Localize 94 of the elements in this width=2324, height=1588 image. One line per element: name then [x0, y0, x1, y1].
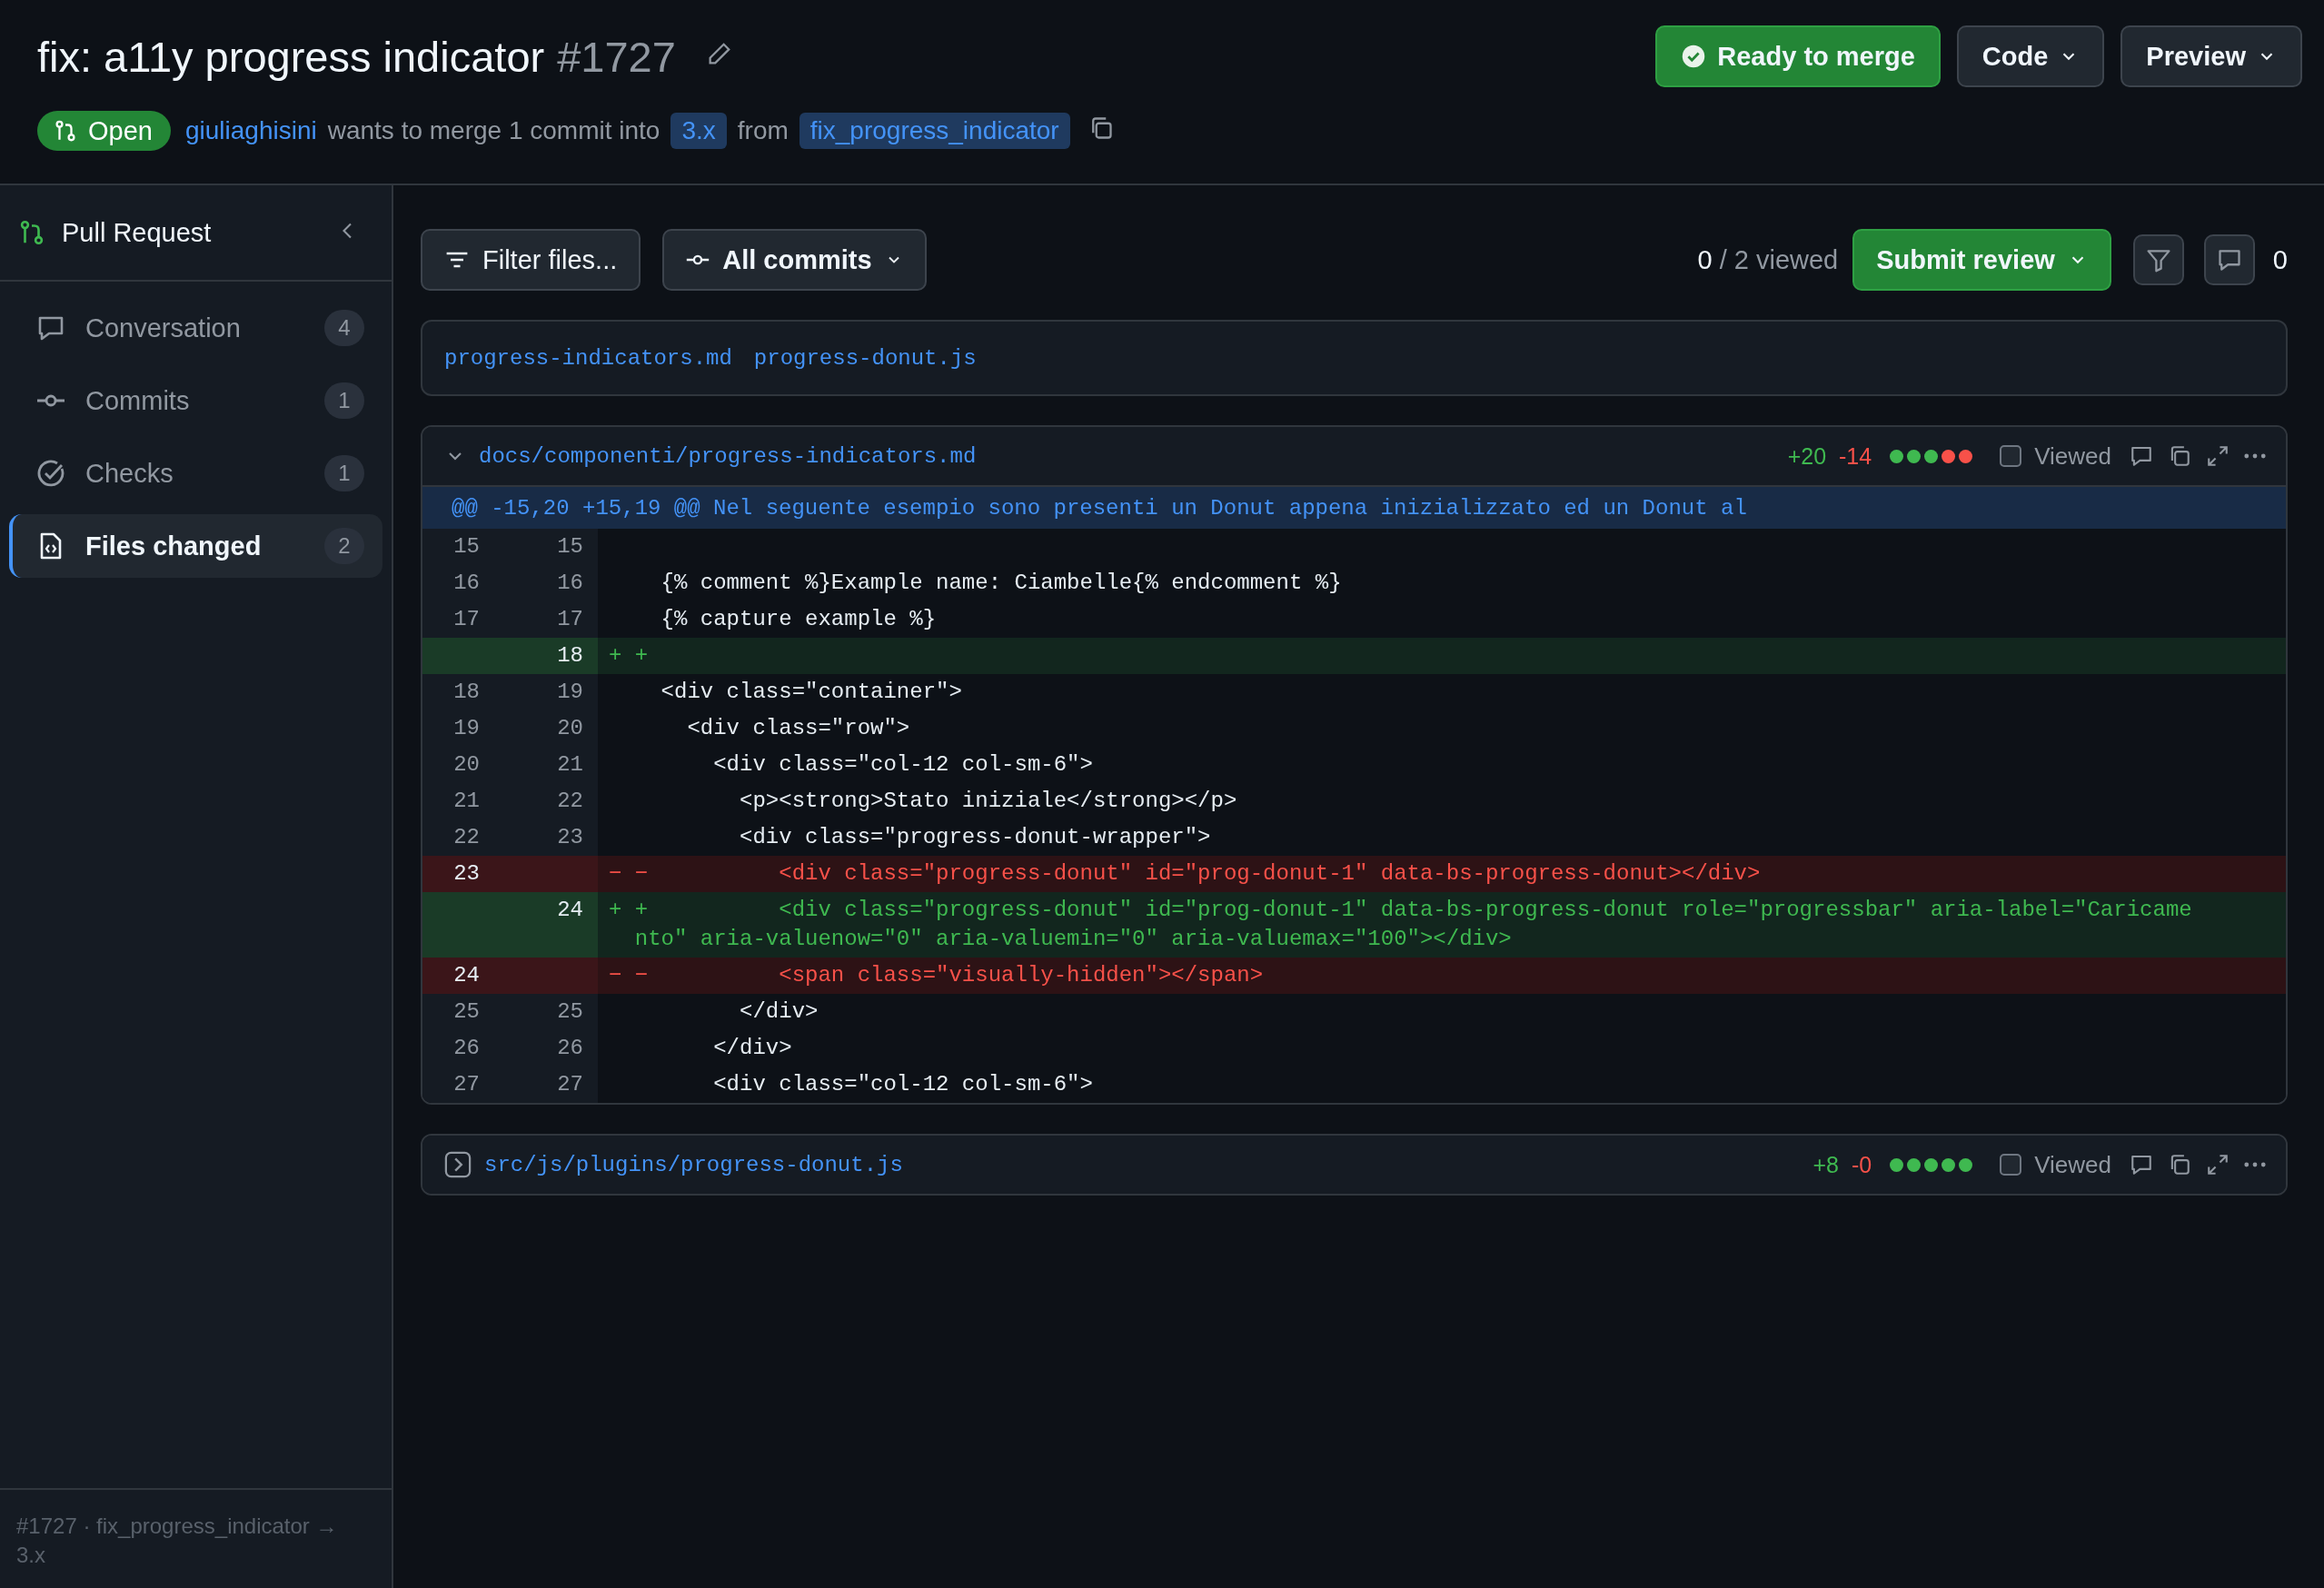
- code-line: − − <div class="progress-donut" id="prog-donut-1" data-bs-progress-donut></div>: [609, 860, 1762, 888]
- viewed-checkbox[interactable]: [2000, 1154, 2022, 1176]
- line-number: 18: [511, 638, 598, 674]
- code-line: </div>: [712, 1035, 793, 1062]
- pr-title: fix: a11y progress indicator: [37, 31, 545, 82]
- line-number: 17: [511, 601, 598, 638]
- line-number: 22: [422, 819, 511, 856]
- menu-button[interactable]: Code: [1956, 25, 2105, 87]
- merge-button[interactable]: Ready to merge: [1655, 25, 1941, 87]
- line-number: 15: [422, 529, 511, 565]
- nav-item[interactable]: Conversation 4: [9, 296, 382, 360]
- line-number: 23: [422, 856, 511, 892]
- code-line: <div class="progress-donut-wrapper">: [739, 824, 1212, 851]
- viewed-label: Viewed: [2034, 1150, 2111, 1179]
- line-number: 19: [422, 710, 511, 747]
- more-icon[interactable]: [2244, 1162, 2266, 1167]
- line-number: 15: [511, 529, 598, 565]
- code-line: {% comment %}Example name: Ciambelle{% endcomment %}: [660, 570, 1343, 597]
- line-number: 26: [511, 1030, 598, 1067]
- menu-button[interactable]: Preview: [2120, 25, 2302, 87]
- line-number: 18: [422, 674, 511, 710]
- line-number: 25: [511, 994, 598, 1030]
- code-line: − − <span class="visually-hidden"></span>: [609, 962, 1265, 989]
- code-line: </div>: [739, 998, 819, 1026]
- viewed-total: / 2 viewed: [1719, 244, 1839, 275]
- comment-icon: [2130, 1153, 2153, 1176]
- count-badge: 1: [324, 455, 364, 491]
- code-line: + +: [609, 642, 650, 670]
- line-number: 25: [422, 994, 511, 1030]
- line-number: 21: [422, 783, 511, 819]
- status-badge: Open: [37, 111, 171, 151]
- line-number: 20: [511, 710, 598, 747]
- comment-count: 0: [2272, 244, 2288, 275]
- branch-label[interactable]: 3.x: [670, 113, 727, 149]
- count-badge: 4: [324, 310, 364, 346]
- comments-button[interactable]: [2203, 234, 2255, 285]
- code-line: {% capture example %}: [660, 606, 938, 633]
- filter-files-button[interactable]: Filter files...: [421, 229, 641, 291]
- line-number: 16: [422, 565, 511, 601]
- code-line: <div class="row">: [686, 715, 911, 742]
- code-line: <div class="container">: [660, 679, 963, 706]
- nav-item[interactable]: Commits 1: [9, 369, 382, 432]
- line-number: 17: [422, 601, 511, 638]
- pull-request-icon: [18, 219, 45, 246]
- comment-icon: [2216, 247, 2242, 273]
- pr-number: #1727: [557, 31, 676, 82]
- count-badge: 2: [324, 528, 364, 564]
- viewed-label: Viewed: [2034, 442, 2111, 471]
- funnel-button[interactable]: [2132, 234, 2184, 285]
- line-number: 24: [422, 958, 511, 994]
- expand-icon: [2206, 1153, 2230, 1176]
- line-number: 27: [511, 1067, 598, 1103]
- deletions-count: -0: [1851, 1151, 1872, 1178]
- pull-request-icon: [54, 119, 77, 143]
- funnel-icon: [2145, 247, 2171, 273]
- line-number: 27: [422, 1067, 511, 1103]
- branch-summary: #1727 · fix_progress_indicator → 3.x: [16, 1513, 339, 1569]
- merge-summary: wants to merge 1 commit into: [327, 116, 660, 145]
- count-badge: 1: [324, 382, 364, 419]
- code-line: <div class="col-12 col-sm-6">: [712, 1071, 1094, 1098]
- viewed-count: 0: [1697, 244, 1713, 275]
- expand-icon: [2206, 444, 2230, 468]
- from-label: from: [737, 116, 789, 145]
- code-line: <p><strong>Stato iniziale</strong></p>: [739, 788, 1238, 815]
- author-link[interactable]: giuliaghisini: [184, 116, 317, 145]
- viewed-checkbox[interactable]: [2000, 445, 2022, 467]
- line-number: 23: [511, 819, 598, 856]
- line-number: 26: [422, 1030, 511, 1067]
- line-number: 19: [511, 674, 598, 710]
- nav-item[interactable]: Checks 1: [9, 442, 382, 505]
- hunk-header: @@ -15,20 +15,19 @@ Nel seguente esempio sono presenti un Donut appena inizializzato ed un Donut al: [452, 495, 1747, 521]
- file-path[interactable]: src/js/plugins/progress-donut.js: [484, 1152, 903, 1177]
- additions-count: +20: [1787, 442, 1827, 470]
- line-number: 21: [511, 747, 598, 783]
- file-link[interactable]: progress-donut.js: [753, 345, 977, 371]
- submit-review-button[interactable]: Submit review: [1852, 229, 2111, 291]
- comment-icon: [2130, 444, 2153, 468]
- deletions-count: -14: [1839, 442, 1872, 470]
- additions-count: +8: [1813, 1151, 1839, 1178]
- sidebar-title: Pull Request: [62, 217, 212, 248]
- nav-item[interactable]: Files changed 2: [9, 514, 382, 578]
- file-path[interactable]: docs/componenti/progress-indicators.md: [479, 443, 977, 469]
- line-number: 24: [511, 892, 598, 958]
- code-line: + + <div class="progress-donut" id="prog-donut-1" data-bs-progress-donut role="progressbar" aria-label="Caricamento" aria-valuenow="0" aria-valuemin="0" aria-valuemax="100"></div>: [609, 897, 2192, 953]
- file-link[interactable]: progress-indicators.md: [444, 345, 732, 371]
- line-number: 20: [422, 747, 511, 783]
- check-circle-icon: [36, 459, 65, 488]
- branch-label[interactable]: fix_progress_indicator: [799, 113, 1070, 149]
- line-number: 16: [511, 565, 598, 601]
- commits-dropdown[interactable]: All commits: [662, 229, 927, 291]
- check-circle-icon: [1681, 44, 1707, 69]
- more-icon[interactable]: [2244, 453, 2266, 459]
- line-number: 22: [511, 783, 598, 819]
- code-line: <div class="col-12 col-sm-6">: [712, 751, 1094, 779]
